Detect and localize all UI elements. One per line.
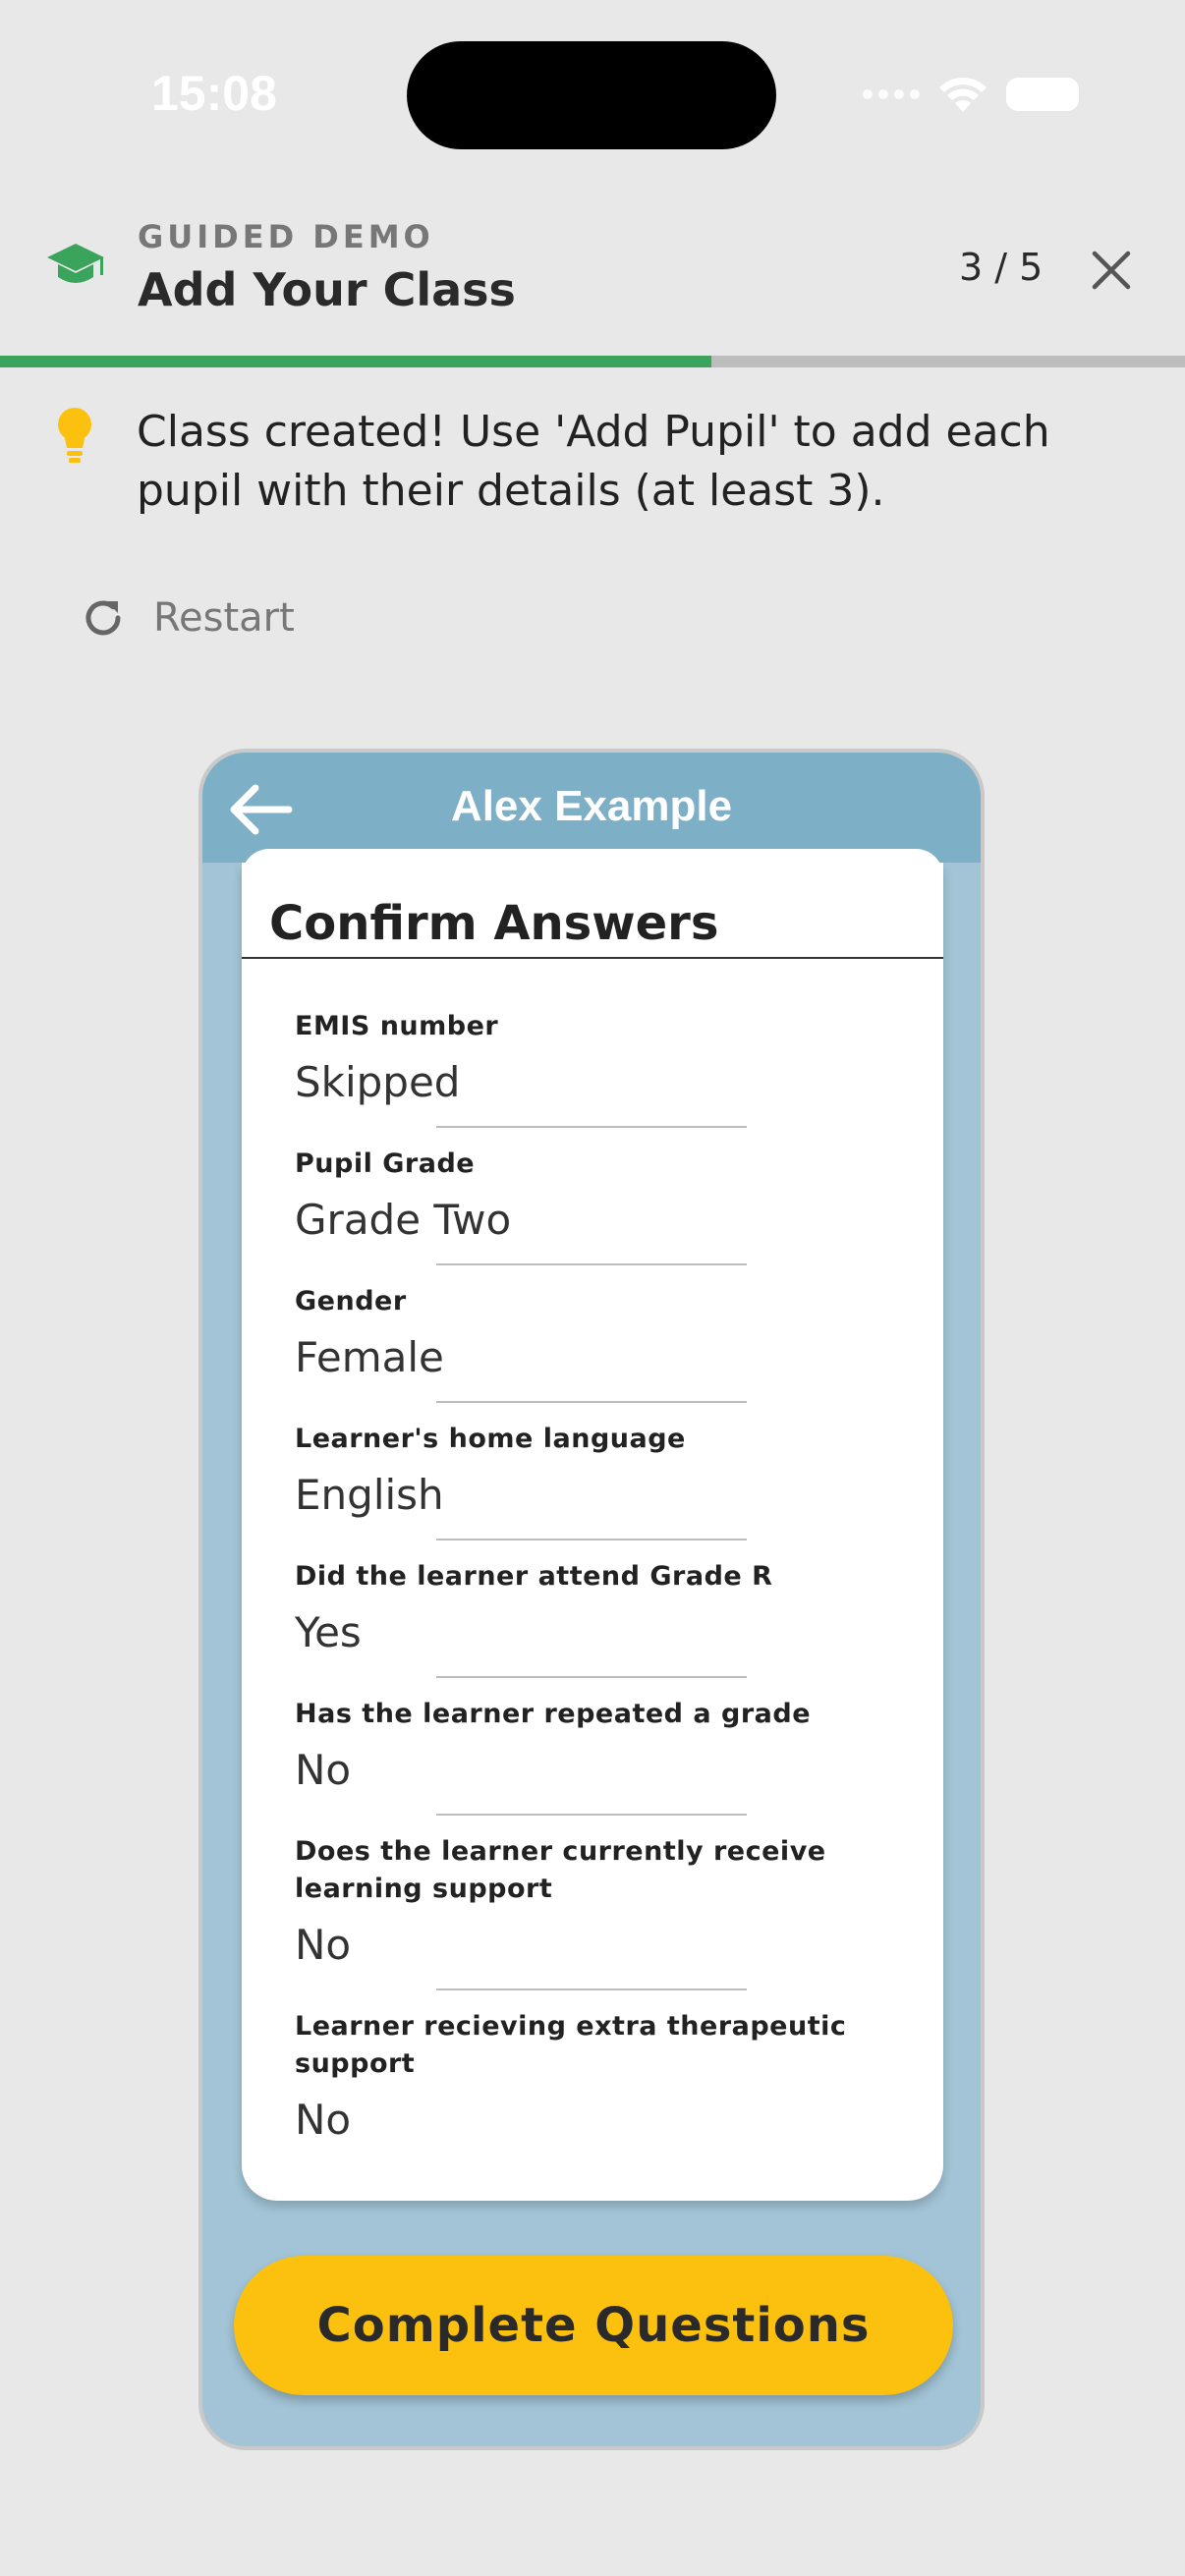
- question-label: Learner recieving extra therapeutic supp…: [295, 2011, 847, 2079]
- status-time: 15:08: [151, 66, 277, 121]
- phone-header: Alex Example: [202, 753, 981, 863]
- answer-item: Gender Female: [295, 1283, 884, 1403]
- answer-value: Yes: [295, 1608, 362, 1656]
- close-icon[interactable]: [1087, 246, 1136, 295]
- question-label: Has the learner repeated a grade: [295, 1699, 812, 1729]
- answer-item: Pupil Grade Grade Two: [295, 1146, 884, 1265]
- battery-icon: [1006, 78, 1079, 111]
- lightbulb-icon: [58, 408, 91, 463]
- demo-title: Add Your Class: [138, 263, 516, 316]
- answer-value: No: [295, 1921, 352, 1969]
- question-label: Learner's home language: [295, 1424, 686, 1454]
- status-icons: [863, 75, 1079, 114]
- complete-questions-button[interactable]: Complete Questions: [234, 2256, 953, 2395]
- restart-icon: [85, 600, 121, 636]
- answer-value: Skipped: [295, 1058, 461, 1106]
- question-label: Does the learner currently receive learn…: [295, 1836, 826, 1904]
- title-divider: [242, 957, 943, 959]
- answer-divider: [436, 1676, 747, 1678]
- answer-divider: [436, 1814, 747, 1816]
- dynamic-island: [407, 41, 776, 149]
- card-title: Confirm Answers: [269, 896, 719, 951]
- question-label: Pupil Grade: [295, 1148, 476, 1179]
- question-label: Did the learner attend Grade R: [295, 1561, 773, 1592]
- step-counter: 3 / 5: [959, 246, 1044, 289]
- answer-item: Does the learner currently receive learn…: [295, 1833, 884, 1990]
- answer-divider: [436, 1988, 747, 1990]
- answer-divider: [436, 1539, 747, 1540]
- answer-item: Learner recieving extra therapeutic supp…: [295, 2008, 884, 2148]
- answer-value: English: [295, 1471, 444, 1519]
- demo-eyebrow: GUIDED DEMO: [138, 218, 434, 255]
- answer-item: EMIS number Skipped: [295, 1008, 884, 1128]
- confirm-answers-card: Confirm Answers EMIS number Skipped Pupi…: [242, 849, 943, 2201]
- pupil-name-title: Alex Example: [450, 782, 733, 830]
- answer-item: Did the learner attend Grade R Yes: [295, 1558, 884, 1678]
- restart-button[interactable]: Restart: [79, 593, 295, 643]
- answer-value: No: [295, 2096, 352, 2144]
- phone-preview: Alex Example Confirm Answers EMIS number…: [198, 749, 985, 2450]
- answer-divider: [436, 1401, 747, 1403]
- progress-fill: [0, 356, 711, 367]
- question-label: Gender: [295, 1286, 407, 1316]
- answer-divider: [436, 1126, 747, 1128]
- answer-item: Learner's home language English: [295, 1421, 884, 1540]
- answer-value: Grade Two: [295, 1196, 512, 1244]
- answer-value: Female: [295, 1333, 444, 1381]
- progress-bar: [0, 356, 1185, 367]
- answer-value: No: [295, 1746, 352, 1794]
- answers-list: EMIS number Skipped Pupil Grade Grade Tw…: [295, 1008, 884, 2148]
- graduation-cap-icon: [47, 244, 104, 283]
- wifi-icon: [939, 78, 987, 112]
- answer-divider: [436, 1263, 747, 1265]
- question-label: EMIS number: [295, 1011, 499, 1041]
- answer-item: Has the learner repeated a grade No: [295, 1696, 884, 1816]
- cellular-signal-icon: [863, 89, 920, 99]
- tip-text: Class created! Use 'Add Pupil' to add ea…: [137, 407, 1050, 516]
- restart-label: Restart: [153, 595, 295, 641]
